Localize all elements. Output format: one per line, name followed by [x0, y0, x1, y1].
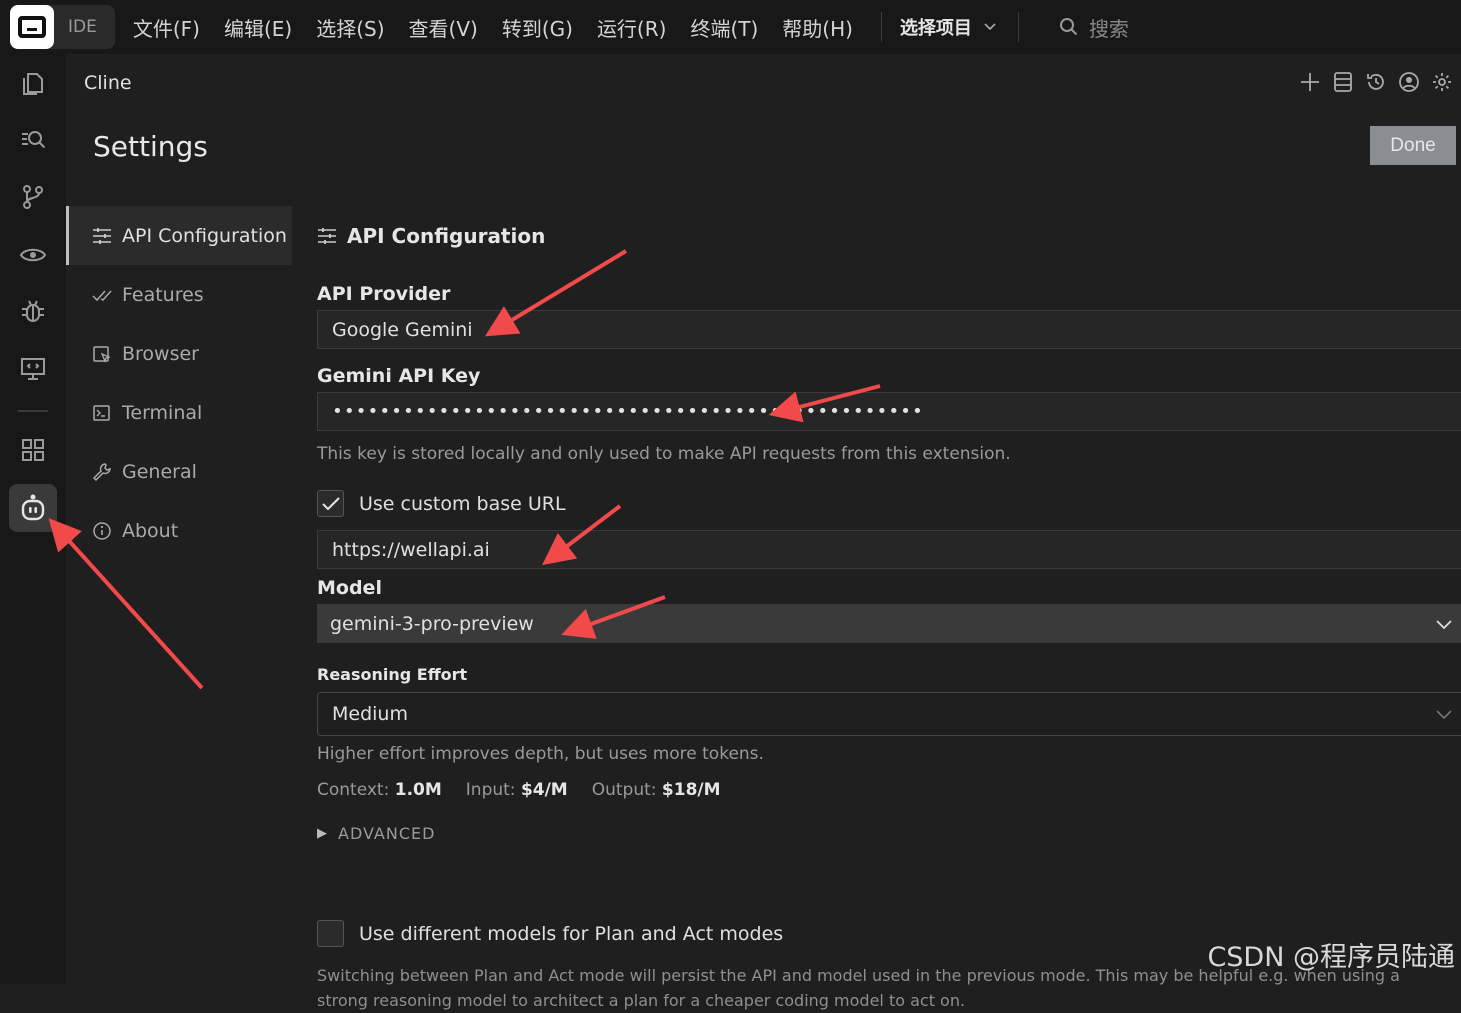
terminal-icon [92, 404, 112, 422]
project-label: 选择项目 [900, 14, 972, 40]
sliders-icon [317, 227, 337, 245]
checkmark-icon [322, 497, 340, 511]
menu-help[interactable]: 帮助(H) [782, 13, 853, 42]
menu-file[interactable]: 文件(F) [133, 13, 200, 42]
source-control-icon[interactable] [9, 173, 57, 221]
chevron-down-icon [984, 20, 996, 35]
input-stat: Input: $4/M [466, 780, 568, 800]
cline-bot-icon[interactable] [9, 484, 57, 532]
history-icon[interactable] [1364, 70, 1387, 93]
reasoning-effort-label: Reasoning Effort [317, 665, 467, 684]
model-label: Model [317, 577, 382, 599]
nav-terminal[interactable]: Terminal [66, 383, 292, 442]
panel-title: Cline [84, 72, 132, 94]
panel-toolbar [1298, 70, 1453, 93]
search-box[interactable]: 搜索 [1059, 13, 1129, 42]
plus-icon[interactable] [1298, 70, 1321, 93]
reasoning-effort-hint: Higher effort improves depth, but uses m… [317, 744, 764, 764]
api-provider-label: API Provider [317, 283, 450, 305]
done-button[interactable]: Done [1370, 126, 1456, 165]
model-select[interactable]: gemini-3-pro-preview [317, 604, 1461, 643]
chevron-down-icon [1436, 613, 1452, 635]
reasoning-effort-select[interactable]: Medium [317, 692, 1461, 736]
context-stat: Context: 1.0M [317, 780, 442, 800]
activity-bar [0, 54, 66, 984]
nav-label: Browser [122, 343, 199, 365]
menubar-divider [881, 12, 882, 42]
app-logo-icon [10, 5, 54, 49]
base-url-value: https://wellapi.ai [332, 539, 490, 561]
project-selector[interactable]: 选择项目 [900, 14, 996, 40]
activity-divider [18, 410, 48, 412]
remote-icon[interactable] [9, 345, 57, 393]
custom-url-label: Use custom base URL [359, 493, 566, 515]
menu-items: 文件(F) 编辑(E) 选择(S) 查看(V) 转到(G) 运行(R) 终端(T… [133, 13, 877, 42]
server-icon[interactable] [1331, 70, 1354, 93]
sliders-icon [92, 227, 112, 245]
nav-label: General [122, 461, 197, 483]
nav-about[interactable]: About [66, 501, 292, 560]
triangle-right-icon: ▶ [317, 826, 328, 841]
check-all-icon [92, 287, 112, 303]
nav-features[interactable]: Features [66, 265, 292, 324]
api-key-label: Gemini API Key [317, 365, 480, 387]
plan-act-row[interactable]: Use different models for Plan and Act mo… [317, 920, 783, 947]
api-key-hint: This key is stored locally and only used… [317, 444, 1011, 464]
advanced-label: ADVANCED [338, 824, 435, 843]
nav-browser[interactable]: Browser [66, 324, 292, 383]
menu-selection[interactable]: 选择(S) [316, 13, 384, 42]
menu-go[interactable]: 转到(G) [502, 13, 573, 42]
menu-run[interactable]: 运行(R) [597, 13, 667, 42]
custom-url-checkbox[interactable] [317, 490, 344, 517]
reasoning-effort-value: Medium [332, 703, 408, 725]
settings-nav: API Configuration Features Browser Termi… [66, 206, 292, 560]
plan-act-label: Use different models for Plan and Act mo… [359, 923, 783, 945]
menu-terminal[interactable]: 终端(T) [690, 13, 758, 42]
menu-edit[interactable]: 编辑(E) [224, 13, 292, 42]
extensions-icon[interactable] [9, 426, 57, 474]
api-provider-value: Google Gemini [332, 319, 473, 341]
search-icon[interactable] [9, 116, 57, 164]
output-stat: Output: $18/M [592, 780, 721, 800]
nav-general[interactable]: General [66, 442, 292, 501]
settings-heading: Settings [93, 130, 208, 163]
debug-icon[interactable] [9, 288, 57, 336]
watermark: CSDN @程序员陆通 [1207, 935, 1455, 974]
api-key-value: ••••••••••••••••••••••••••••••••••••••••… [332, 401, 924, 422]
search-icon [1059, 17, 1079, 37]
plan-act-checkbox[interactable] [317, 920, 344, 947]
files-icon[interactable] [9, 60, 57, 108]
section-heading-text: API Configuration [347, 224, 545, 248]
wrench-icon [92, 462, 112, 482]
model-value: gemini-3-pro-preview [330, 613, 534, 635]
model-pricing: Context: 1.0M Input: $4/M Output: $18/M [317, 780, 721, 800]
eye-icon[interactable] [9, 231, 57, 279]
browser-icon [92, 345, 112, 363]
base-url-input[interactable]: https://wellapi.ai [317, 530, 1461, 569]
chevron-down-icon [1436, 703, 1452, 725]
account-icon[interactable] [1397, 70, 1420, 93]
gear-icon[interactable] [1430, 70, 1453, 93]
section-heading: API Configuration [317, 224, 545, 248]
search-label: 搜索 [1089, 13, 1129, 42]
menubar-divider-2 [1018, 12, 1019, 42]
cline-panel: Cline Settings Done API Configuration Fe… [66, 54, 1461, 984]
nav-api-configuration[interactable]: API Configuration [66, 206, 292, 265]
api-key-input[interactable]: ••••••••••••••••••••••••••••••••••••••••… [317, 392, 1461, 431]
custom-url-row[interactable]: Use custom base URL [317, 490, 566, 517]
nav-label: API Configuration [122, 225, 287, 247]
info-icon [92, 521, 112, 541]
nav-label: About [122, 520, 178, 542]
api-provider-field[interactable]: Google Gemini [317, 310, 1461, 349]
nav-label: Terminal [122, 402, 202, 424]
menu-view[interactable]: 查看(V) [409, 13, 478, 42]
ide-label: IDE [68, 17, 97, 37]
app-switcher[interactable]: IDE [10, 5, 115, 49]
menubar: IDE 文件(F) 编辑(E) 选择(S) 查看(V) 转到(G) 运行(R) … [0, 0, 1461, 54]
nav-label: Features [122, 284, 204, 306]
advanced-toggle[interactable]: ▶ ADVANCED [317, 824, 435, 843]
